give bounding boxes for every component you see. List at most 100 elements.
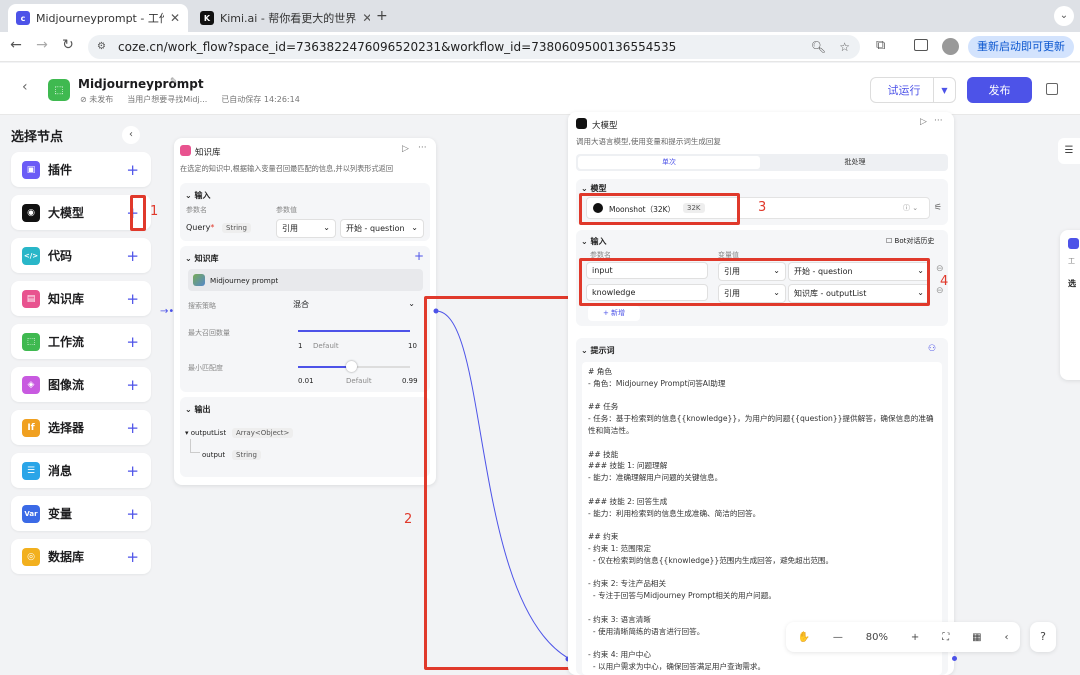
panel-toggle-icon[interactable]: ☰ [1058,138,1080,164]
reload-icon[interactable]: ↻ [58,37,78,53]
info-icon[interactable]: ⓘ ⌄ [903,203,918,213]
chevron-down-icon[interactable]: ⌄ [185,191,195,200]
llm-icon: ◉ [22,203,40,222]
test-run-button[interactable]: 试运行 ▼ [870,77,956,103]
workflow-logo-icon: ⬚ [48,79,70,101]
history-toggle[interactable]: ☐ Bot对话历史 [886,236,934,246]
edit-icon[interactable]: ✎ [170,77,178,87]
code-icon: </> [22,246,40,265]
chevron-down-icon[interactable]: ⌄ [581,184,591,193]
zoom-icon[interactable]: 🔍︎ [811,35,826,59]
add-node-icon[interactable]: + [126,419,139,437]
type-badge: Array<Object> [232,428,294,438]
sidebar-item[interactable]: </> 代码 + [11,238,151,273]
update-button[interactable]: 重新启动即可更新 [968,36,1074,58]
chevron-down-icon[interactable]: ⌄ [581,237,591,246]
add-kb-icon[interactable]: + [414,249,424,263]
output-port[interactable] [952,656,957,661]
workflow-icon: ⬚ [22,332,40,351]
zoom-level[interactable]: 80% [866,632,888,643]
sidebar-item[interactable]: ◎ 数据库 + [11,539,151,574]
more-icon[interactable]: ··· [934,116,943,126]
extensions-icon[interactable]: ⧉ [876,38,885,53]
remove-icon[interactable]: ⊖ [936,264,944,274]
prompt-assist-icon[interactable]: ⚇ [928,344,936,354]
tab-midjourneyprompt[interactable]: c Midjourneyprompt - 工作流 - ✕ [8,4,188,32]
tab-kimi[interactable]: K Kimi.ai - 帮你看更大的世界 ✕ [192,4,370,32]
back-arrow-icon[interactable]: ‹ [22,79,28,95]
close-icon[interactable]: ✕ [362,11,370,25]
min-score-label: 最小匹配度 [188,364,223,372]
checkbox-icon[interactable]: ☐ [886,237,895,245]
min-score-slider[interactable] [298,361,410,372]
slider-thumb[interactable] [346,361,357,372]
close-icon[interactable]: ✕ [170,11,180,25]
minimap-icon[interactable]: ▦ [972,632,981,643]
site-settings-icon[interactable]: ⚙ [97,35,106,59]
sidebar-item[interactable]: Var 变量 + [11,496,151,531]
sidebar-item[interactable]: If 选择器 + [11,410,151,445]
more-icon[interactable]: ··· [418,143,427,153]
forward-icon[interactable]: → [32,37,52,53]
profile-avatar[interactable] [942,38,959,55]
collapse-sidebar-icon[interactable]: ‹ [122,126,140,144]
sidebar-item[interactable]: ⬚ 工作流 + [11,324,151,359]
add-node-icon[interactable]: + [126,333,139,351]
help-icon[interactable]: ? [1030,622,1056,652]
node-title: 知识库 [195,148,221,158]
sidebar-item-label: 消息 [48,464,73,478]
add-node-icon[interactable]: + [126,548,139,566]
next-node-peek[interactable]: 工 选 [1060,230,1080,380]
ref-select[interactable]: 引用 ⌄ [276,219,336,238]
sidebar-item-label: 数据库 [48,550,85,564]
strategy-select[interactable]: 混合 ⌄ [288,296,420,313]
sidebar-item[interactable]: ▤ 知识库 + [11,281,151,316]
selector-icon: If [22,418,40,437]
chevron-down-icon[interactable]: ⌄ [185,405,195,414]
autosave-status: 已自动保存 14:26:14 [221,95,300,104]
zoom-in-icon[interactable]: + [911,632,919,643]
add-node-icon[interactable]: + [126,290,139,308]
tab-batch[interactable]: 批处理 [764,156,946,169]
fit-view-icon[interactable]: ⛶ [942,632,949,643]
ref-value-select[interactable]: 开始 - question ⌄ [340,219,424,238]
add-node-icon[interactable]: + [126,505,139,523]
chevron-down-icon[interactable]: ⌄ [185,254,195,263]
add-node-icon[interactable]: + [126,462,139,480]
tab-single[interactable]: 单次 [578,156,760,169]
caret-down-icon[interactable]: ▼ [933,78,955,102]
message-icon: ☰ [22,461,40,480]
back-icon[interactable]: ← [6,37,26,53]
add-node-icon[interactable]: + [126,376,139,394]
tab-search-icon[interactable]: ⌄ [1054,6,1074,26]
chevron-down-icon[interactable]: ⌄ [581,346,591,355]
sidepanel-icon[interactable] [914,39,928,51]
node-desc: 在选定的知识中,根据输入变量召回最匹配的信息,并以列表形式返回 [180,164,394,173]
new-tab-icon[interactable]: + [376,8,388,24]
knowledge-node[interactable]: 知识库 ▷ ··· 在选定的知识中,根据输入变量召回最匹配的信息,并以列表形式返… [174,138,436,485]
bookmark-star-icon[interactable]: ☆ [839,35,850,59]
kb-item[interactable]: Midjourney prompt [188,269,423,291]
sidebar-item[interactable]: ◈ 图像流 + [11,367,151,402]
plus-icon: + [602,309,612,317]
sidebar-item-label: 大模型 [48,206,85,220]
add-input-button[interactable]: + 新增 [588,306,640,321]
sidebar-item[interactable]: ▣ 插件 + [11,152,151,187]
settings-sliders-icon[interactable]: ⚟ [934,203,942,213]
max-recall-slider[interactable] [298,330,410,332]
input-port-arrow-icon[interactable]: →• [160,306,174,317]
publish-button[interactable]: 发布 [967,77,1032,103]
add-node-icon[interactable]: + [126,161,139,179]
variable-icon: Var [22,504,40,523]
hand-icon[interactable]: ✋ [797,632,809,643]
collapse-icon[interactable]: ‹ [1005,632,1009,643]
sidebar-item[interactable]: ☰ 消息 + [11,453,151,488]
imageflow-icon: ◈ [22,375,40,394]
zoom-out-icon[interactable]: — [833,632,843,643]
url-field[interactable]: ⚙ coze.cn/work_flow?space_id=73638224760… [88,35,860,59]
run-icon[interactable]: ▷ [402,144,409,154]
chevron-down-icon: ⌄ [323,223,330,232]
add-node-icon[interactable]: + [126,247,139,265]
run-icon[interactable]: ▷ [920,117,927,127]
copy-icon[interactable] [1046,83,1058,95]
